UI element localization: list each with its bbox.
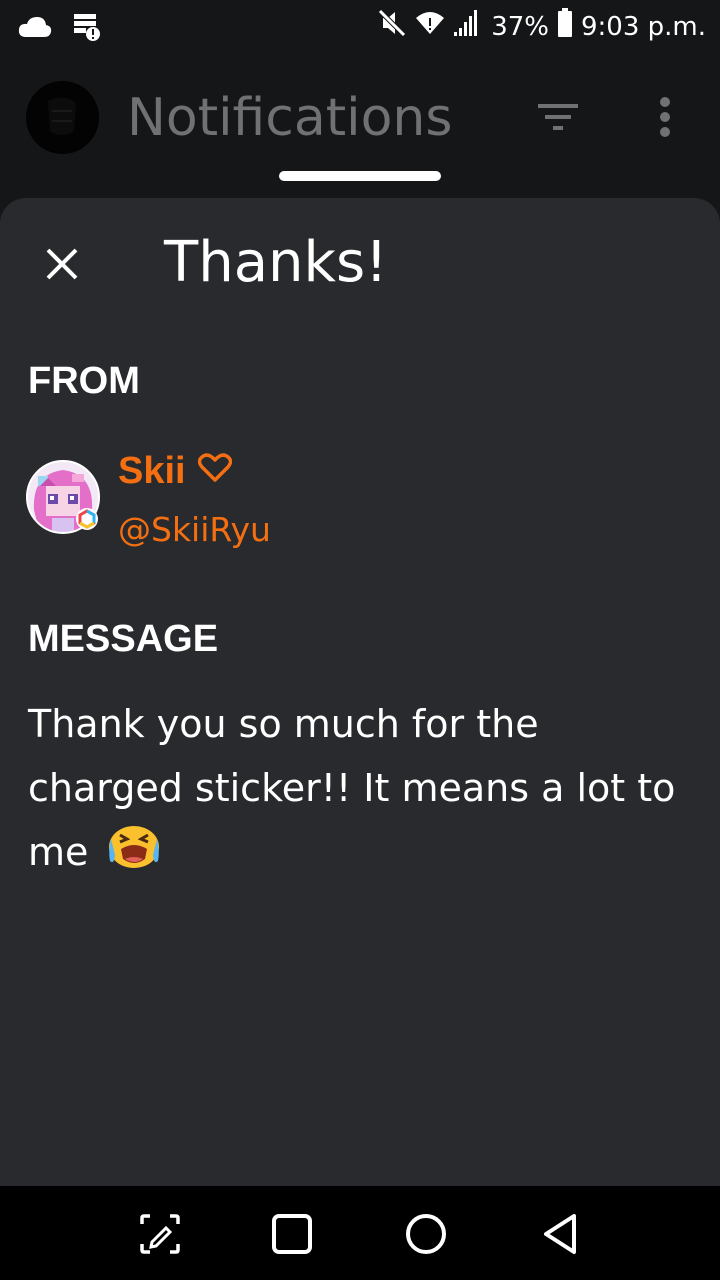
sender-name-text: Skii <box>118 450 186 492</box>
mute-icon <box>377 8 407 45</box>
wifi-icon <box>415 10 445 43</box>
app-header: Notifications <box>0 58 720 198</box>
drag-handle[interactable] <box>279 171 441 181</box>
signal-icon <box>453 8 483 45</box>
sim-alert-icon <box>72 12 102 47</box>
battery-percent: 37% <box>491 11 549 42</box>
crying-face-emoji <box>107 821 161 888</box>
back-icon[interactable] <box>536 1210 584 1258</box>
message-label: MESSAGE <box>28 618 219 660</box>
screen: 37% 9:03 p.m. Notifications Thanks! FROM… <box>0 0 720 1280</box>
more-vert-icon[interactable] <box>650 94 680 144</box>
avatar[interactable] <box>26 81 99 154</box>
from-label: FROM <box>28 360 140 402</box>
sender-handle[interactable]: @SkiiRyu <box>118 510 271 549</box>
filter-icon[interactable] <box>536 98 580 138</box>
sender-name[interactable]: Skii <box>118 450 232 493</box>
nav-bar <box>0 1186 720 1280</box>
heart-outline-icon <box>197 450 232 493</box>
cloud-icon <box>18 15 52 44</box>
recents-icon[interactable] <box>268 1210 316 1258</box>
page-title: Notifications <box>127 88 453 148</box>
message-body: Thank you so much for the charged sticke… <box>28 692 698 888</box>
battery-icon <box>557 8 573 45</box>
sheet-title: Thanks! <box>164 230 388 295</box>
status-bar: 37% 9:03 p.m. <box>0 0 720 58</box>
notification-sheet: Thanks! FROM Skii @SkiiRyu MESSAGE Thank… <box>0 198 720 1186</box>
screenshot-edit-icon[interactable] <box>136 1210 184 1258</box>
close-icon[interactable] <box>38 240 86 288</box>
home-icon[interactable] <box>402 1210 450 1258</box>
sender-avatar[interactable] <box>26 460 100 534</box>
clock: 9:03 p.m. <box>580 11 706 42</box>
